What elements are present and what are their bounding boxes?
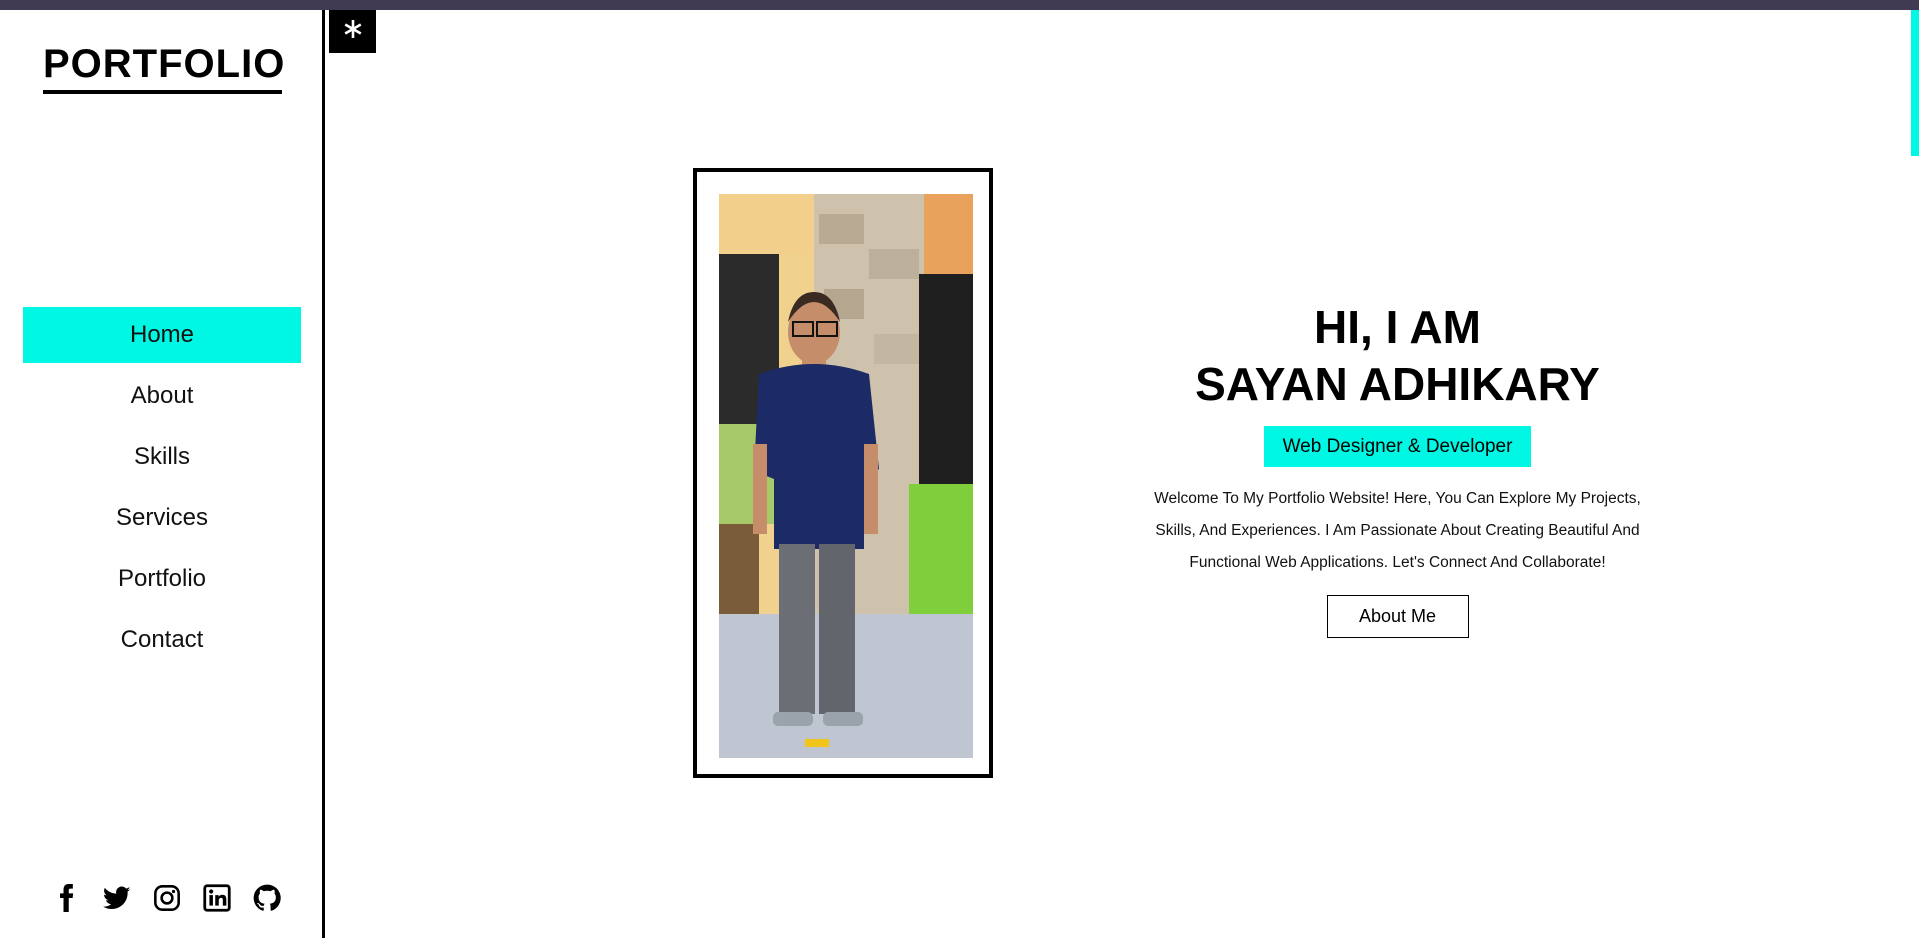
menu-toggle-button[interactable]: [329, 10, 376, 53]
about-me-button[interactable]: About Me: [1326, 595, 1469, 638]
nav-item-skills[interactable]: Skills: [23, 429, 301, 485]
facebook-icon[interactable]: [52, 883, 82, 913]
nav-item-portfolio[interactable]: Portfolio: [23, 551, 301, 607]
sidebar: PORTFOLIO Home About Skills Services Por…: [0, 10, 325, 938]
site-logo[interactable]: PORTFOLIO: [43, 40, 284, 94]
intro-text: Welcome To My Portfolio Website! Here, Y…: [1154, 490, 1641, 571]
hero-section: HI, I AM SAYAN ADHIKARY Web Designer & D…: [1120, 298, 1675, 638]
github-icon[interactable]: [252, 883, 282, 913]
hero-name: SAYAN ADHIKARY: [1195, 358, 1600, 410]
profile-photo: [719, 194, 973, 758]
nav-item-contact[interactable]: Contact: [23, 612, 301, 668]
asterisk-icon: [342, 18, 364, 45]
nav-item-about[interactable]: About: [23, 368, 301, 424]
top-bar: [0, 0, 1919, 10]
hero-greeting: HI, I AM: [1314, 301, 1481, 353]
linkedin-icon[interactable]: [202, 883, 232, 913]
twitter-icon[interactable]: [102, 883, 132, 913]
profile-photo-frame: [693, 168, 993, 778]
nav-item-home[interactable]: Home: [23, 307, 301, 363]
instagram-icon[interactable]: [152, 883, 182, 913]
nav-item-services[interactable]: Services: [23, 490, 301, 546]
role-badge: Web Designer & Developer: [1263, 426, 1532, 467]
social-links: [52, 878, 282, 918]
sidebar-nav: Home About Skills Services Portfolio Con…: [23, 307, 301, 673]
scrollbar-thumb[interactable]: [1911, 10, 1919, 156]
